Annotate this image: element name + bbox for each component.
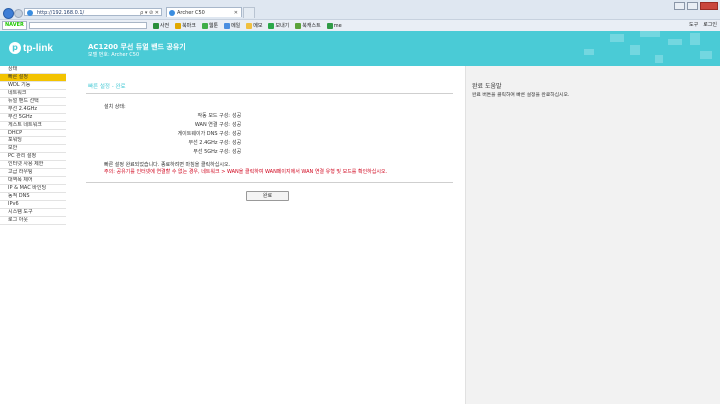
sidebar-item-forwarding[interactable]: 포워딩 bbox=[0, 137, 66, 146]
tab-title: Archer C50 bbox=[177, 10, 205, 16]
tplink-logo-icon: p bbox=[9, 42, 21, 54]
forward-icon[interactable] bbox=[14, 9, 23, 18]
status-label: 작동 모드 구성: bbox=[197, 113, 230, 119]
dict-icon bbox=[152, 22, 159, 29]
sidebar-item-dhcp[interactable]: DHCP bbox=[0, 130, 66, 138]
status-label: 무선 5GHz 구성: bbox=[193, 149, 230, 155]
toolbar-item-webtoon[interactable]: 웹툰 bbox=[201, 22, 218, 29]
toolbar-item-me[interactable]: me bbox=[326, 22, 342, 29]
header-pattern bbox=[584, 49, 594, 55]
model-number: 모델 번호: Archer C50 bbox=[88, 52, 140, 58]
address-bar[interactable]: http://192.168.0.1/ ρ ▾ ⊘ ✕ bbox=[24, 8, 162, 16]
back-icon[interactable] bbox=[3, 8, 14, 19]
toolbar-item-memo[interactable]: 메모 bbox=[246, 22, 262, 29]
setup-status-heading: 설치 상태: bbox=[104, 104, 126, 110]
completion-note: 빠른 설정 완료되었습니다. 종료하려면 마침을 클릭하십시오. bbox=[104, 162, 231, 168]
mail-icon bbox=[224, 22, 231, 29]
sidebar-item-bandwidth[interactable]: 대역폭 제어 bbox=[0, 177, 66, 186]
header-pattern bbox=[640, 31, 660, 37]
sidebar-item-network[interactable]: 네트워크 bbox=[0, 90, 66, 98]
sidebar-item-status[interactable]: 상태 bbox=[0, 66, 66, 74]
tab-close-icon[interactable]: ✕ bbox=[234, 8, 238, 18]
header-pattern bbox=[700, 51, 712, 59]
sidebar-item-ipv6[interactable]: IPv6 bbox=[0, 201, 66, 209]
sidebar-item-pc-manage[interactable]: PC 관리 설정 bbox=[0, 153, 66, 162]
login-link[interactable]: 로그인 bbox=[703, 21, 717, 28]
header-pattern bbox=[610, 34, 624, 42]
section-title: 빠른 설정 - 완료 bbox=[88, 84, 126, 90]
window-controls bbox=[674, 2, 718, 10]
send-icon bbox=[268, 22, 275, 29]
browser-chrome: http://192.168.0.1/ ρ ▾ ⊘ ✕ Archer C50 ✕… bbox=[0, 0, 720, 31]
ie-icon bbox=[27, 10, 33, 16]
header-pattern bbox=[630, 45, 640, 55]
memo-icon bbox=[246, 22, 253, 29]
minimize-icon[interactable] bbox=[674, 2, 685, 10]
logo-text: tp-link bbox=[23, 42, 53, 54]
tplink-logo: p tp-link bbox=[9, 42, 53, 54]
address-text: http://192.168.0.1/ bbox=[37, 10, 85, 16]
sidebar-item-wdl[interactable]: WDL 기능 bbox=[0, 82, 66, 90]
sidebar-item-system-tools[interactable]: 시스템 도구 bbox=[0, 209, 66, 217]
toolbar-item-send[interactable]: 보내기 bbox=[268, 22, 289, 29]
finish-button[interactable]: 완료 bbox=[246, 191, 289, 201]
sidebar-item-security[interactable]: 보안 bbox=[0, 145, 66, 154]
toolbar-item-dict[interactable]: 사전 bbox=[152, 22, 169, 29]
naver-toolbar: NAVER 사전 북마크 웹툰 메일 메모 보내기 북캐스트 me 도구 로그인 bbox=[0, 19, 720, 31]
toolbar-item-bookmark[interactable]: 북마크 bbox=[175, 22, 196, 29]
webtoon-icon bbox=[201, 22, 208, 29]
main-content: 빠른 설정 - 완료 설치 상태: 작동 모드 구성: 성공 WAN 연결 구성… bbox=[66, 66, 465, 404]
sidebar-item-wireless-5[interactable]: 무선 5GHz bbox=[0, 114, 66, 122]
status-label: 게이트웨이가 DNS 구성: bbox=[177, 131, 230, 137]
sidebar-item-guest[interactable]: 게스트 네트워크 bbox=[0, 122, 66, 130]
status-value: 성공 bbox=[232, 113, 242, 119]
sidebar-item-ddns[interactable]: 동적 DNS bbox=[0, 193, 66, 201]
sidebar-item-quick-setup[interactable]: 빠른 설정 bbox=[0, 73, 66, 82]
me-icon bbox=[326, 22, 333, 29]
header-pattern bbox=[655, 55, 663, 63]
divider bbox=[86, 182, 453, 183]
toolbar-item-bookcast[interactable]: 북캐스트 bbox=[295, 22, 321, 29]
status-value: 성공 bbox=[232, 131, 242, 137]
close-window-icon[interactable] bbox=[700, 2, 718, 10]
sidebar-item-ip-mac[interactable]: IP & MAC 바인딩 bbox=[0, 185, 66, 193]
status-label: WAN 연결 구성: bbox=[194, 122, 230, 128]
help-title: 완료 도움말 bbox=[472, 83, 502, 90]
sidebar-item-wireless-24[interactable]: 무선 2.4GHz bbox=[0, 106, 66, 114]
header-pattern bbox=[690, 33, 700, 45]
help-text: 완료 버튼을 클릭하여 빠른 설정을 완료하십시오. bbox=[472, 93, 570, 98]
new-tab-button[interactable] bbox=[243, 7, 255, 18]
address-controls-icon[interactable]: ρ ▾ ⊘ ✕ bbox=[140, 9, 159, 17]
toolbar-right: 도구 로그인 bbox=[689, 21, 717, 28]
warning-note: 주의: 공유기를 인터넷에 연결할 수 없는 경우, 네트워크 > WAN을 클… bbox=[104, 169, 388, 175]
sidebar-item-dual-band[interactable]: 듀얼 밴드 선택 bbox=[0, 98, 66, 106]
tab-favicon-icon bbox=[169, 10, 175, 16]
star-icon bbox=[175, 22, 182, 29]
sidebar-item-access-control[interactable]: 인터넷 사용 제한 bbox=[0, 161, 66, 170]
sidebar: 상태 빠른 설정 WDL 기능 네트워크 듀얼 밴드 선택 무선 2.4GHz … bbox=[0, 66, 67, 404]
browser-tab[interactable]: Archer C50 ✕ bbox=[166, 7, 242, 17]
status-value: 성공 bbox=[232, 149, 242, 155]
status-label: 무선 2.4GHz 구성: bbox=[188, 140, 230, 146]
status-value: 성공 bbox=[232, 140, 242, 146]
maximize-icon[interactable] bbox=[687, 2, 698, 10]
naver-logo[interactable]: NAVER bbox=[2, 21, 27, 30]
tools-menu[interactable]: 도구 bbox=[689, 21, 698, 28]
naver-search-input[interactable] bbox=[28, 22, 147, 29]
sidebar-item-logout[interactable]: 로그 아웃 bbox=[0, 217, 66, 225]
toolbar-item-mail[interactable]: 메일 bbox=[224, 22, 240, 29]
sidebar-item-routing[interactable]: 고급 라우팅 bbox=[0, 169, 66, 178]
divider bbox=[86, 93, 453, 94]
status-value: 성공 bbox=[232, 122, 242, 128]
bookcast-icon bbox=[295, 22, 302, 29]
help-panel: 완료 도움말 완료 버튼을 클릭하여 빠른 설정을 완료하십시오. bbox=[465, 66, 720, 404]
header-pattern bbox=[668, 39, 682, 45]
